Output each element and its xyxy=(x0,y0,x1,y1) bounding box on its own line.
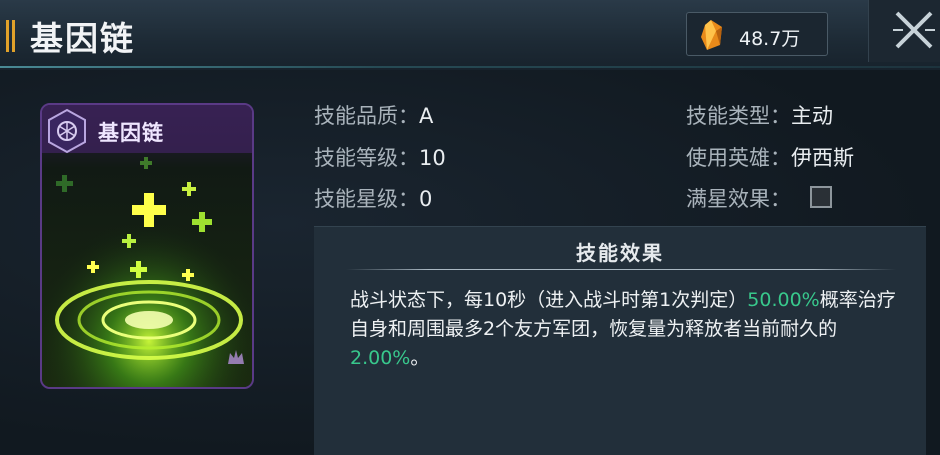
info-hero: 使用英雄：伊西斯 xyxy=(686,142,854,172)
info-level: 技能等级：10 xyxy=(314,142,446,172)
header-bar: 基因链 48.7万 xyxy=(0,0,940,72)
effect-text-1: 战斗状态下，每10秒（进入战斗时第1次判定） xyxy=(350,289,748,311)
info-quality: 技能品质：A xyxy=(314,100,433,130)
crown-mark-icon xyxy=(228,350,244,364)
hexagon-emblem-icon xyxy=(48,108,86,154)
type-label: 技能类型： xyxy=(686,104,791,128)
close-icon xyxy=(893,11,935,49)
title-accent-stripe xyxy=(6,20,20,52)
info-star: 技能星级：0 xyxy=(314,183,432,213)
info-type: 技能类型：主动 xyxy=(686,100,833,130)
effect-description: 战斗状态下，每10秒（进入战斗时第1次判定）50.00%概率治疗自身和周围最多2… xyxy=(350,286,902,373)
close-button[interactable] xyxy=(868,0,940,62)
hero-label: 使用英雄： xyxy=(686,146,791,170)
skill-card[interactable]: 基因链 xyxy=(40,103,254,389)
type-value: 主动 xyxy=(791,104,833,128)
currency-display[interactable]: 48.7万 xyxy=(686,12,828,56)
star-label: 技能星级： xyxy=(314,187,419,211)
effect-pct-2: 2.00% xyxy=(350,347,411,369)
effect-divider xyxy=(346,269,896,270)
info-max-star: 满星效果： xyxy=(686,183,791,213)
max-star-label: 满星效果： xyxy=(686,187,791,211)
level-label: 技能等级： xyxy=(314,146,419,170)
page-title: 基因链 xyxy=(30,19,135,58)
header-divider xyxy=(0,66,940,68)
effect-pct-1: 50.00% xyxy=(747,289,820,311)
card-title: 基因链 xyxy=(98,120,164,145)
hero-value: 伊西斯 xyxy=(791,146,854,170)
quality-label: 技能品质： xyxy=(314,104,419,128)
effect-text-3: 。 xyxy=(410,347,430,369)
star-value: 0 xyxy=(419,187,433,211)
level-value: 10 xyxy=(419,146,446,170)
effect-panel: 技能效果 战斗状态下，每10秒（进入战斗时第1次判定）50.00%概率治疗自身和… xyxy=(314,226,926,455)
quality-value: A xyxy=(419,104,434,128)
currency-value: 48.7万 xyxy=(739,28,801,50)
effect-title: 技能效果 xyxy=(576,241,664,265)
max-star-checkbox[interactable] xyxy=(810,186,832,208)
orange-crystal-icon xyxy=(701,20,722,50)
